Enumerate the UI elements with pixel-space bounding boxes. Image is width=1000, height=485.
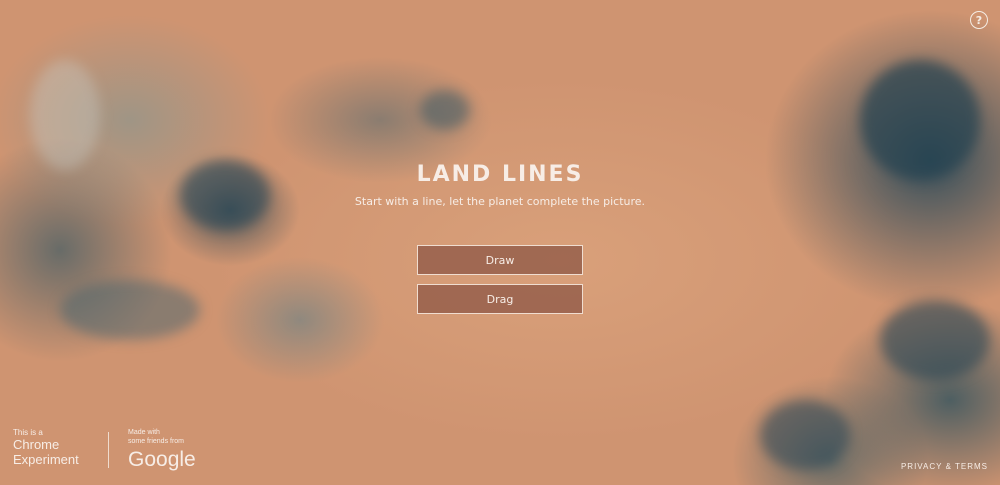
terrain-patch xyxy=(420,90,470,130)
privacy-terms-link[interactable]: PRIVACY & TERMS xyxy=(901,462,988,471)
terrain-patch xyxy=(880,300,990,380)
satellite-background xyxy=(0,0,1000,485)
google-logo: Google xyxy=(128,448,196,471)
google-logo-block[interactable]: Made with some friends from Google xyxy=(128,428,196,472)
help-circle-icon[interactable]: ? xyxy=(970,11,988,29)
chrome-logo-line1: Chrome xyxy=(13,437,60,452)
page-subtitle: Start with a line, let the planet comple… xyxy=(354,195,646,208)
google-caption-2: some friends from xyxy=(128,438,185,445)
terrain-patch xyxy=(760,400,850,470)
page-title: LAND LINES xyxy=(416,162,584,187)
chrome-logo-line2: Experiment xyxy=(13,452,79,467)
chrome-experiment-logo[interactable]: This is a Chrome Experiment xyxy=(13,428,79,467)
drag-button[interactable]: Drag xyxy=(417,284,583,314)
draw-button[interactable]: Draw xyxy=(417,245,583,275)
terrain-patch xyxy=(60,280,200,340)
google-caption-1: Made with xyxy=(128,429,160,436)
chrome-logo-caption: This is a xyxy=(13,428,43,437)
terrain-patch xyxy=(30,60,100,170)
footer-divider xyxy=(108,432,109,468)
